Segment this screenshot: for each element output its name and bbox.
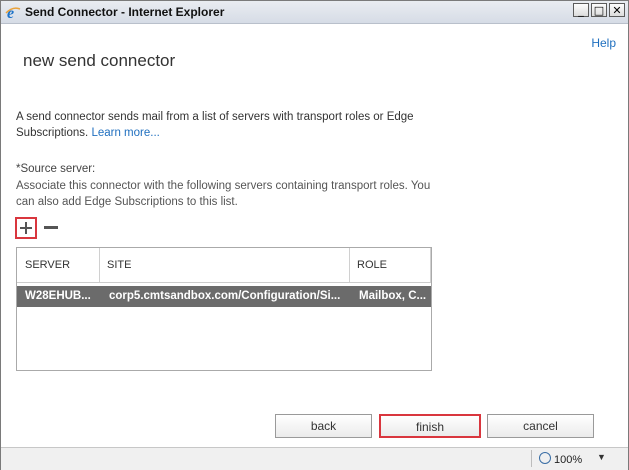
cell-server: W28EHUB... [25, 290, 91, 302]
zoom-control[interactable]: 100% [539, 452, 582, 466]
title-bar: e Send Connector - Internet Explorer _ □… [1, 1, 628, 24]
browser-window: e Send Connector - Internet Explorer _ □… [0, 0, 629, 470]
cell-role: Mailbox, C... [359, 290, 427, 302]
chevron-down-icon[interactable]: ▼ [597, 452, 606, 462]
svg-text:e: e [7, 5, 14, 20]
status-bar: 100% ▼ [1, 447, 628, 470]
cancel-button[interactable]: cancel [487, 414, 594, 438]
cell-site: corp5.cmtsandbox.com/Configuration/Si... [109, 290, 341, 302]
maximize-button[interactable]: □ [591, 3, 607, 17]
page-title: new send connector [23, 51, 176, 70]
column-header-site[interactable]: SITE [99, 248, 349, 282]
internet-explorer-icon: e [5, 5, 21, 20]
add-server-button[interactable] [15, 217, 37, 239]
column-header-role[interactable]: ROLE [349, 248, 431, 282]
source-server-table: SERVER SITE ROLE W28EHUB... corp5.cmtsan… [16, 247, 432, 371]
table-row[interactable]: W28EHUB... corp5.cmtsandbox.com/Configur… [17, 286, 431, 307]
zoom-level: 100% [554, 454, 583, 466]
learn-more-link[interactable]: Learn more... [91, 127, 159, 139]
description-text: A send connector sends mail from a list … [16, 111, 414, 139]
window-controls: _ □ ✕ [573, 3, 625, 17]
source-server-label: *Source server: [16, 163, 96, 175]
remove-server-button[interactable] [44, 226, 58, 229]
finish-button[interactable]: finish [379, 414, 481, 438]
help-link[interactable]: Help [591, 36, 616, 50]
column-header-server[interactable]: SERVER [17, 248, 99, 282]
description: A send connector sends mail from a list … [16, 109, 456, 141]
close-button[interactable]: ✕ [609, 3, 625, 17]
zoom-icon [539, 452, 551, 464]
table-header: SERVER SITE ROLE [17, 248, 431, 283]
window-title: Send Connector - Internet Explorer [25, 5, 225, 19]
back-button[interactable]: back [275, 414, 372, 438]
minimize-button[interactable]: _ [573, 3, 589, 17]
source-server-description: Associate this connector with the follow… [16, 180, 431, 208]
